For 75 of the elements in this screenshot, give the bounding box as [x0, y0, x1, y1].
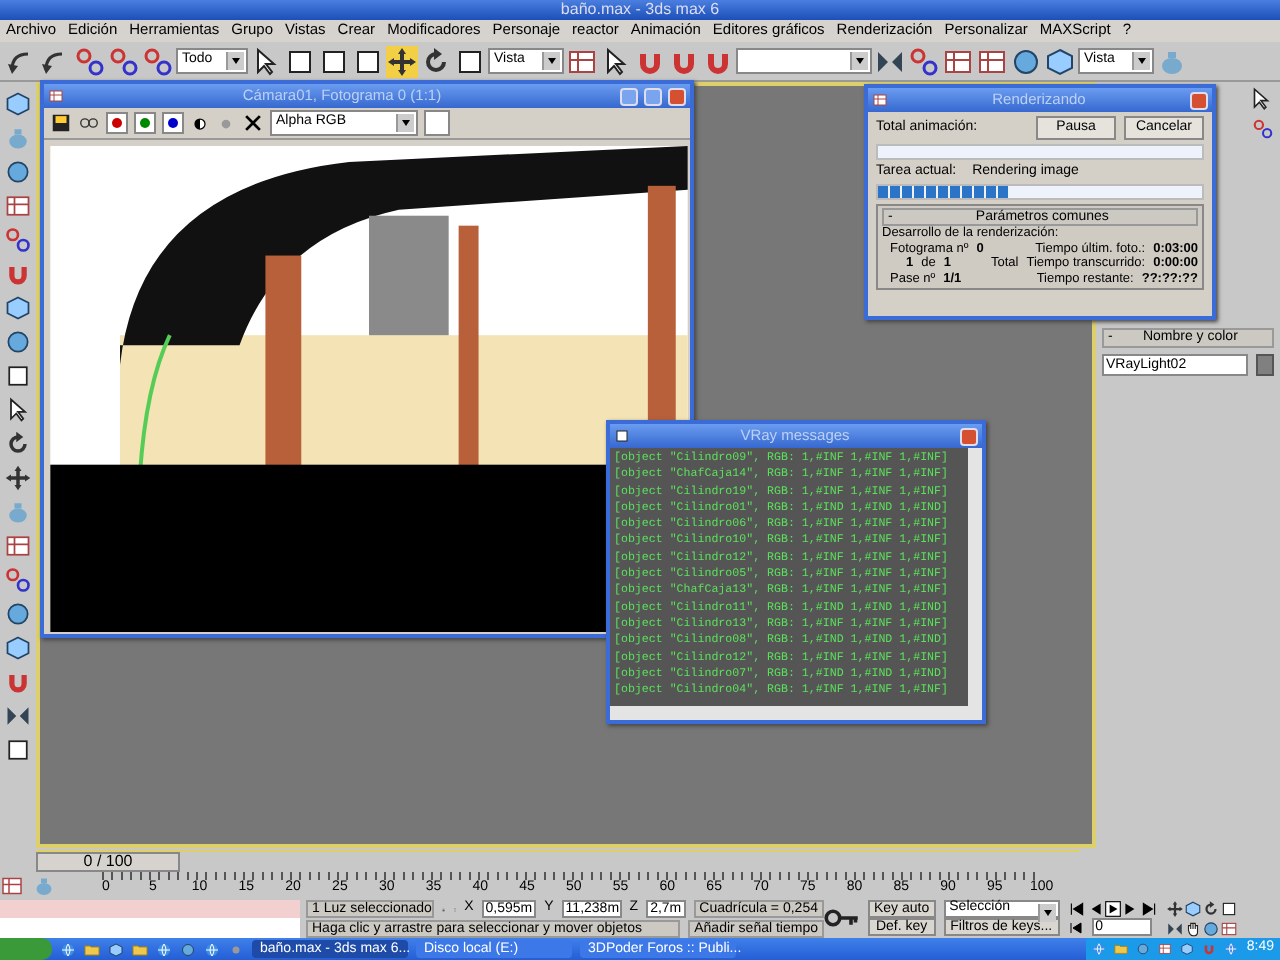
- grid-icon[interactable]: [566, 45, 598, 77]
- sphere-icon[interactable]: [1136, 942, 1151, 956]
- square-icon[interactable]: [454, 45, 486, 77]
- move-icon[interactable]: [1165, 900, 1184, 918]
- last-frame-icon[interactable]: [1139, 900, 1158, 918]
- link-icon[interactable]: [142, 45, 174, 77]
- named-selection-field[interactable]: [736, 48, 872, 74]
- window-title: baño.max - 3ds max 6: [560, 0, 720, 20]
- square-icon[interactable]: [1219, 900, 1238, 918]
- clear-icon[interactable]: [242, 112, 264, 134]
- grid-icon[interactable]: [1158, 942, 1173, 956]
- move-icon[interactable]: [4, 464, 32, 492]
- pointer-icon[interactable]: [4, 396, 32, 424]
- pan-icon[interactable]: [1183, 919, 1202, 937]
- clone-icon[interactable]: [78, 112, 100, 134]
- close-button[interactable]: [1190, 91, 1208, 109]
- move-icon[interactable]: [386, 45, 418, 77]
- sphere-icon[interactable]: [4, 158, 32, 186]
- grid-icon[interactable]: [872, 92, 888, 108]
- grid-icon[interactable]: [48, 88, 64, 104]
- rotate-icon[interactable]: [1201, 900, 1220, 918]
- square-icon[interactable]: [4, 362, 32, 390]
- channel-toggle[interactable]: [106, 112, 128, 134]
- close-button[interactable]: [668, 87, 686, 105]
- grid-icon[interactable]: [1219, 919, 1238, 937]
- grid-icon[interactable]: [942, 45, 974, 77]
- square-icon[interactable]: [614, 428, 630, 444]
- start-button[interactable]: [0, 938, 52, 960]
- cube-icon[interactable]: [4, 90, 32, 118]
- color-swatch[interactable]: [1256, 354, 1274, 376]
- cube-icon[interactable]: [4, 294, 32, 322]
- channel-toggle[interactable]: [134, 112, 156, 134]
- link-icon[interactable]: [908, 45, 940, 77]
- grid-icon[interactable]: [976, 45, 1008, 77]
- rotate-icon[interactable]: [4, 430, 32, 458]
- globe-icon[interactable]: [204, 941, 220, 957]
- grid-icon[interactable]: [4, 192, 32, 220]
- color-swatch[interactable]: [424, 110, 450, 136]
- rotate-icon[interactable]: [420, 45, 452, 77]
- save-icon[interactable]: [50, 112, 72, 134]
- cube-icon[interactable]: [4, 634, 32, 662]
- sphere-icon[interactable]: [1010, 45, 1042, 77]
- link-icon[interactable]: [4, 226, 32, 254]
- frame-counter: 0 / 100: [83, 851, 133, 871]
- contrast-icon[interactable]: [190, 113, 210, 133]
- square-icon[interactable]: [284, 45, 316, 77]
- close-button[interactable]: [960, 427, 978, 445]
- sphere-icon[interactable]: [1201, 919, 1220, 937]
- link-icon[interactable]: [108, 45, 140, 77]
- horizontal-scrollbar[interactable]: [610, 706, 982, 720]
- globe-icon[interactable]: [1224, 942, 1239, 956]
- first-frame-icon[interactable]: [1067, 919, 1084, 935]
- globe-icon[interactable]: [60, 941, 76, 957]
- square-icon[interactable]: [318, 45, 350, 77]
- script-input-field[interactable]: [0, 918, 300, 938]
- square-icon[interactable]: [4, 736, 32, 764]
- time-slider-thumb[interactable]: 0 / 100: [36, 851, 180, 871]
- link-icon[interactable]: [1252, 118, 1274, 140]
- grid-icon[interactable]: [0, 874, 24, 898]
- channel-toggle[interactable]: [162, 112, 184, 134]
- grid-icon[interactable]: [4, 532, 32, 560]
- square-icon[interactable]: [352, 45, 384, 77]
- mirror-icon[interactable]: [4, 702, 32, 730]
- sphere-icon[interactable]: [180, 941, 196, 957]
- sphere-icon[interactable]: [4, 600, 32, 628]
- globe-icon[interactable]: [1092, 942, 1107, 956]
- cube-icon[interactable]: [1183, 900, 1202, 918]
- vertical-scrollbar[interactable]: [968, 448, 982, 706]
- link-icon[interactable]: [74, 45, 106, 77]
- cube-icon[interactable]: [1180, 942, 1195, 956]
- pointer-icon[interactable]: [1248, 86, 1274, 112]
- link-icon[interactable]: [4, 566, 32, 594]
- script-output-field[interactable]: [0, 900, 300, 918]
- globe-icon[interactable]: [156, 941, 172, 957]
- sphere-icon[interactable]: [4, 328, 32, 356]
